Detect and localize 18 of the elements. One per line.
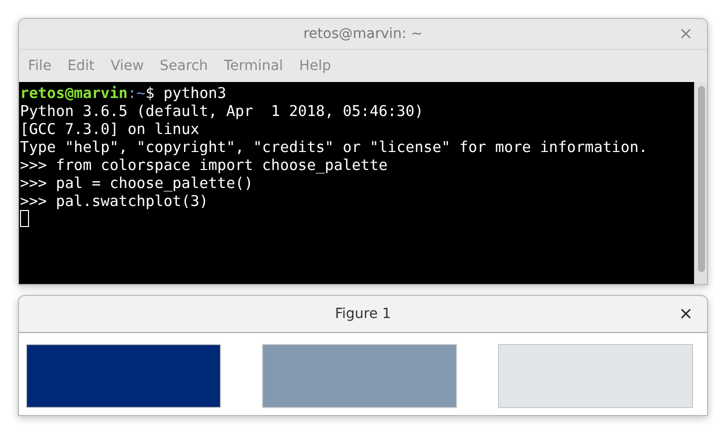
close-button[interactable]: × xyxy=(678,304,693,324)
output-line: >>> pal = choose_palette() xyxy=(20,174,254,192)
output-line: Python 3.6.5 (default, Apr 1 2018, 05:46:30) xyxy=(20,102,424,120)
menu-item[interactable]: File xyxy=(20,58,60,74)
menu-item[interactable]: Search xyxy=(152,58,216,74)
menu-item[interactable]: Help xyxy=(291,58,339,74)
menu-item[interactable]: Edit xyxy=(59,58,103,74)
window-title: retos@marvin: ~ xyxy=(303,26,423,42)
close-button[interactable]: × xyxy=(678,24,693,44)
prompt-line: retos@marvin:~$ python3 xyxy=(20,84,228,102)
scrollbar[interactable] xyxy=(694,82,707,284)
output-line: >>> from colorspace import choose_palette xyxy=(20,156,389,174)
menu-item[interactable]: View xyxy=(102,58,152,74)
output-line: [GCC 7.3.0] on linux xyxy=(20,120,200,138)
menu-item[interactable]: Terminal xyxy=(216,58,292,74)
output-line: Type "help", "copyright", "credits" or "license" for more information. xyxy=(20,138,649,156)
window-title: Figure 1 xyxy=(334,306,392,322)
output-line: >>> pal.swatchplot(3) xyxy=(20,192,210,210)
